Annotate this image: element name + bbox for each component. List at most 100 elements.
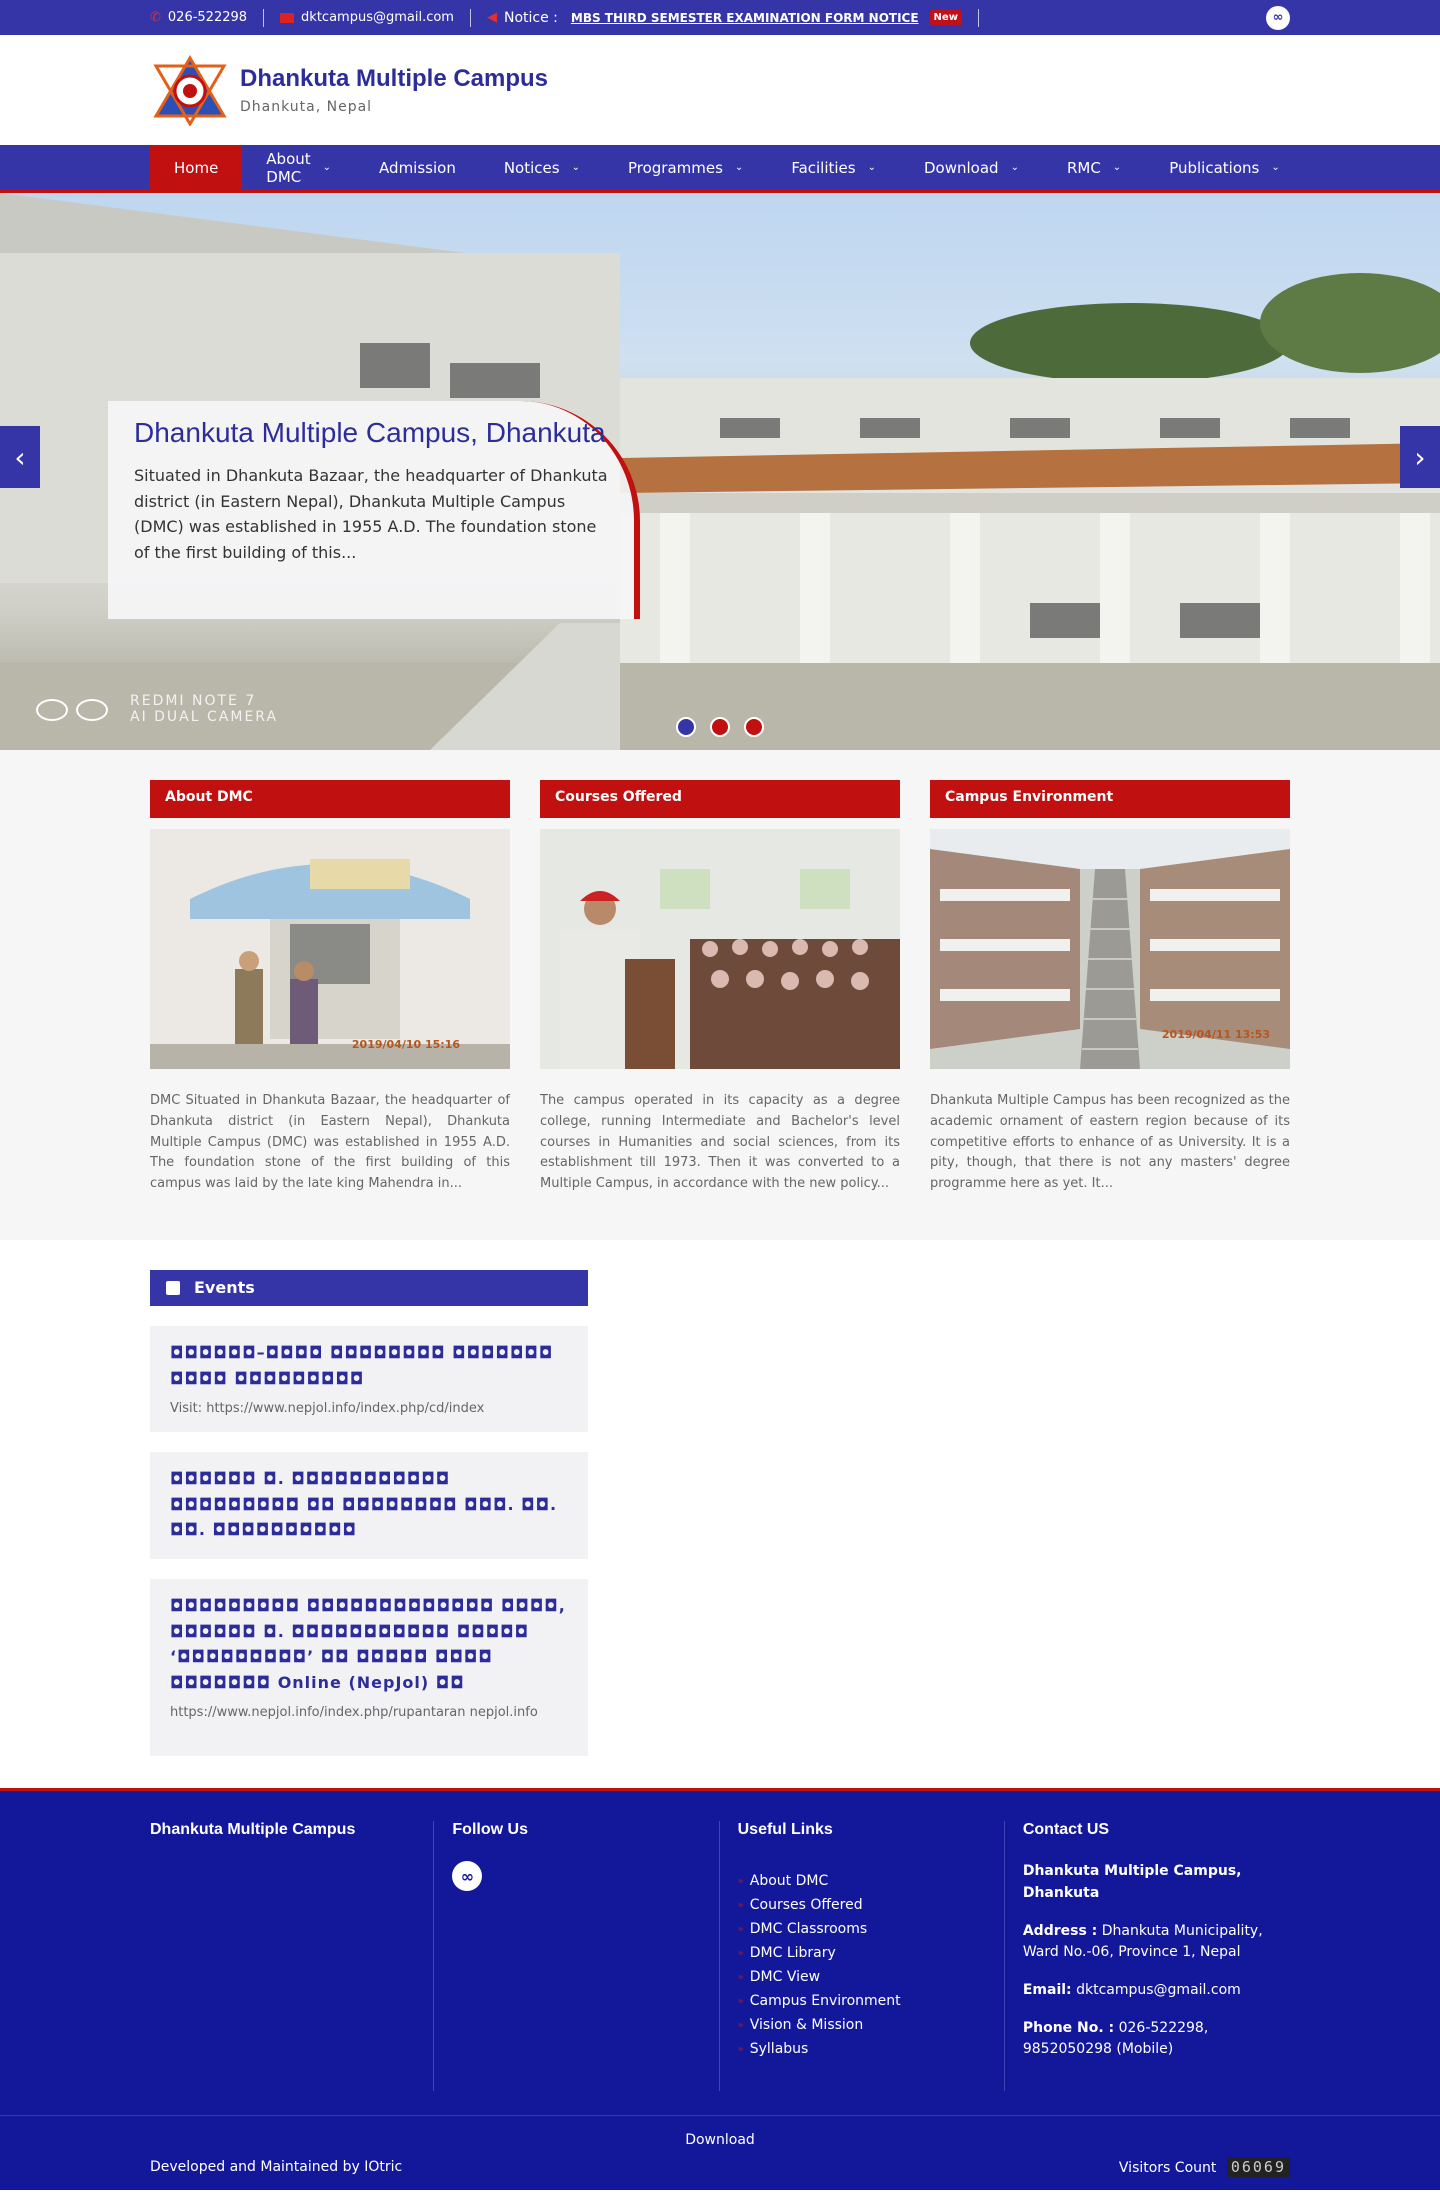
footer-col-follow: Follow Us ∞ xyxy=(434,1821,720,2092)
chevron-right-icon: › xyxy=(1414,440,1426,474)
site-title[interactable]: Dhankuta Multiple Campus xyxy=(240,65,548,93)
address-label: Address : xyxy=(1022,1922,1098,1939)
chevron-down-icon: ⌄ xyxy=(867,162,876,173)
event-text: https://www.nepjol.info/index.php/rupant… xyxy=(170,1705,538,1721)
chevron-right-icon: » xyxy=(737,2019,744,2031)
footer-link[interactable]: » DMC Library xyxy=(738,1941,986,1965)
footer-link-label[interactable]: Courses Offered xyxy=(750,1897,863,1913)
card-heading[interactable]: Campus Environment xyxy=(930,780,1290,818)
footer-col-links: Useful Links » About DMC » Courses Offered… xyxy=(720,1821,1005,2092)
nav-label: Admission xyxy=(379,158,456,177)
events-section: Events ◘◘◘◘◘◘–◘◘◘◘ ◘◘◘◘◘◘◘◘ ◘◘◘◘◘◘◘ ◘◘◘◘… xyxy=(0,1240,1440,1788)
chevron-down-icon: ⌄ xyxy=(1271,162,1280,173)
footer-download-link[interactable]: Download xyxy=(150,2132,1290,2148)
card-image-courses[interactable] xyxy=(540,829,900,1069)
event-title[interactable]: ◘◘◘◘◘◘◘◘◘ ◘◘◘◘◘◘◘◘◘◘◘◘◘ ◘◘◘◘, ◘◘◘◘◘◘ ◘. … xyxy=(170,1593,568,1695)
nav-label: Notices xyxy=(503,158,560,177)
chevron-right-icon: » xyxy=(737,1947,744,1959)
site-header: Dhankuta Multiple Campus Dhankuta, Nepal xyxy=(0,35,1440,145)
chevron-right-icon: » xyxy=(737,1875,744,1887)
footer-heading: Follow Us xyxy=(452,1821,528,1839)
feature-cards-section: About DMC 2019/04/10 15:16 DMC Situated … xyxy=(0,750,1440,1240)
nav-item-programmes[interactable]: Programmes ⌄ xyxy=(604,145,767,190)
slider-dot-1[interactable] xyxy=(676,717,696,737)
nav-item-download[interactable]: Download ⌄ xyxy=(900,145,1043,190)
nav-item-home[interactable]: Home xyxy=(150,145,243,190)
footer-link-label[interactable]: DMC Classrooms xyxy=(750,1921,867,1937)
footer-col-about: Dhankuta Multiple Campus xyxy=(150,1821,435,2092)
footer-link-label[interactable]: Vision & Mission xyxy=(750,2017,863,2033)
nav-item-facilities[interactable]: Facilities ⌄ xyxy=(767,145,900,190)
nav-label: RMC xyxy=(1066,158,1101,177)
footer-link-label[interactable]: Syllabus xyxy=(750,2041,809,2057)
site-subtitle: Dhankuta, Nepal xyxy=(240,99,373,115)
nav-item-rmc[interactable]: RMC ⌄ xyxy=(1043,145,1145,190)
event-item: ◘◘◘◘◘◘–◘◘◘◘ ◘◘◘◘◘◘◘◘ ◘◘◘◘◘◘◘ ◘◘◘◘ ◘◘◘◘◘◘… xyxy=(150,1325,588,1433)
phone-label: Phone No. : xyxy=(1022,2019,1115,2036)
top-bar: ✆ 026-522298 dktcampus@gmail.com ◀ Notic… xyxy=(0,0,1440,35)
footer-heading: Dhankuta Multiple Campus xyxy=(150,1821,356,1839)
card-heading[interactable]: Courses Offered xyxy=(540,780,900,818)
footer-link[interactable]: » Campus Environment xyxy=(738,1989,986,2013)
footer-link-label[interactable]: About DMC xyxy=(750,1873,828,1889)
camera-watermark: REDMI NOTE 7 AI DUAL CAMERA xyxy=(36,693,278,725)
footer-link-label[interactable]: DMC View xyxy=(750,1969,820,1985)
campus-logo[interactable] xyxy=(150,54,230,127)
nav-item-admission[interactable]: Admission xyxy=(355,145,480,190)
slider-next-button[interactable]: › xyxy=(1400,426,1440,488)
card-about-dmc: About DMC 2019/04/10 15:16 DMC Situated … xyxy=(150,780,510,1195)
watermark-line1: REDMI NOTE 7 xyxy=(130,693,257,710)
footer-link[interactable]: » Courses Offered xyxy=(738,1893,986,1917)
social-link-icon[interactable]: ∞ xyxy=(1266,5,1290,30)
chevron-down-icon: ⌄ xyxy=(1112,162,1122,173)
card-image-about[interactable]: 2019/04/10 15:16 xyxy=(150,829,510,1069)
main-nav: Home About DMC ⌄ Admission Notices ⌄ Progr… xyxy=(0,145,1440,193)
chevron-right-icon: » xyxy=(737,1971,744,1983)
footer-link[interactable]: » Syllabus xyxy=(738,2037,986,2061)
event-item: ◘◘◘◘◘◘ ◘. ◘◘◘◘◘◘◘◘◘◘◘ ◘◘◘◘◘◘◘◘◘ ◘◘ ◘◘◘◘◘… xyxy=(150,1452,588,1559)
card-heading[interactable]: About DMC xyxy=(150,780,510,818)
chevron-down-icon: ⌄ xyxy=(734,162,744,173)
visitors-count: 06069 xyxy=(1226,2157,1290,2178)
topbar-phone: ✆ 026-522298 xyxy=(150,8,265,27)
watermark-circle-icon xyxy=(36,698,68,721)
visitors-counter: Visitors Count 06069 xyxy=(1119,2157,1290,2178)
contact-name: Dhankuta Multiple Campus, Dhankuta xyxy=(1022,1863,1242,1902)
footer-bottom: Download Developed and Maintained by IOt… xyxy=(0,2115,1440,2190)
nav-item-publications[interactable]: Publications ⌄ xyxy=(1145,145,1304,190)
chevron-right-icon: » xyxy=(737,1923,744,1935)
nav-label: Facilities xyxy=(791,158,856,177)
topbar-notice: ◀ Notice : MBS THIRD SEMESTER EXAMINATIO… xyxy=(486,8,979,27)
social-link-icon[interactable]: ∞ xyxy=(452,1861,483,1892)
footer-link-label[interactable]: DMC Library xyxy=(750,1945,836,1961)
nav-item-about-dmc[interactable]: About DMC ⌄ xyxy=(242,145,355,190)
event-title[interactable]: ◘◘◘◘◘◘–◘◘◘◘ ◘◘◘◘◘◘◘◘ ◘◘◘◘◘◘◘ ◘◘◘◘ ◘◘◘◘◘◘… xyxy=(170,1340,568,1391)
slider-dot-3[interactable] xyxy=(744,717,764,737)
slide-text: Situated in Dhankuta Bazaar, the headqua… xyxy=(134,466,608,562)
footer-link[interactable]: » DMC Classrooms xyxy=(738,1917,986,1941)
slider-dot-2[interactable] xyxy=(710,717,730,737)
footer-link[interactable]: » About DMC xyxy=(738,1869,986,1893)
nav-label: Download xyxy=(924,158,999,177)
footer-heading: Useful Links xyxy=(737,1821,833,1839)
card-text: The campus operated in its capacity as a… xyxy=(540,1093,900,1192)
event-title[interactable]: ◘◘◘◘◘◘ ◘. ◘◘◘◘◘◘◘◘◘◘◘ ◘◘◘◘◘◘◘◘◘ ◘◘ ◘◘◘◘◘… xyxy=(170,1466,568,1543)
topbar-email[interactable]: dktcampus@gmail.com xyxy=(280,8,471,27)
email-value[interactable]: dktcampus@gmail.com xyxy=(1076,1982,1241,1998)
topbar-email-text[interactable]: dktcampus@gmail.com xyxy=(301,10,454,25)
slide-caption: Dhankuta Multiple Campus, Dhankuta Situa… xyxy=(108,401,640,619)
slide-title[interactable]: Dhankuta Multiple Campus, Dhankuta xyxy=(134,417,608,449)
slider-prev-button[interactable]: ‹ xyxy=(0,426,40,488)
nav-item-notices[interactable]: Notices ⌄ xyxy=(480,145,604,190)
email-label: Email: xyxy=(1022,1982,1072,1999)
footer-link[interactable]: » Vision & Mission xyxy=(738,2013,986,2037)
mail-icon xyxy=(280,12,295,23)
card-image-environment[interactable]: 2019/04/11 13:53 xyxy=(930,829,1290,1069)
footer-link[interactable]: » DMC View xyxy=(738,1965,986,1989)
notice-link[interactable]: MBS THIRD SEMESTER EXAMINATION FORM NOTI… xyxy=(571,11,919,25)
footer-link-label[interactable]: Campus Environment xyxy=(750,1993,901,2009)
megaphone-icon: ◀ xyxy=(486,10,497,25)
card-text: Dhankuta Multiple Campus has been recogn… xyxy=(930,1093,1290,1192)
new-badge: New xyxy=(929,10,962,25)
developer-credit[interactable]: Developed and Maintained by IOtric xyxy=(150,2159,402,2175)
